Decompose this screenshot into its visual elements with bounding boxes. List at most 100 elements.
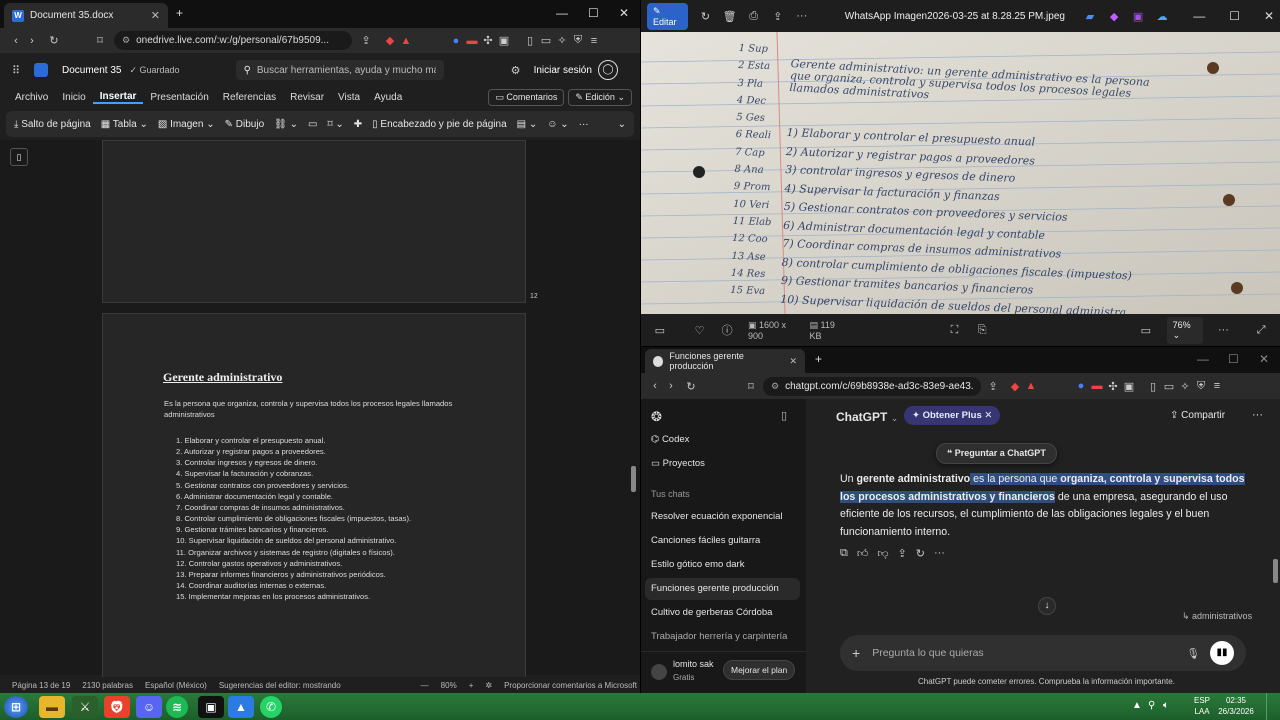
navigation-pane-icon[interactable]: ▯ [10,148,28,166]
language-status[interactable]: Español (México) [145,681,207,690]
location-icon[interactable]: ⚲ [1148,700,1155,711]
sidebar-toggle-icon[interactable]: ▯ [522,33,538,49]
close-tab-icon[interactable]: ✕ [789,356,797,367]
volume-icon[interactable]: 🔈︎ [1163,700,1169,711]
photos-app-icon[interactable]: ▲ [228,696,254,718]
sidebar-toggle-icon[interactable]: ▯ [1145,378,1161,394]
user-panel[interactable]: lomito sak Gratis Mejorar el plan [641,651,806,693]
back-icon[interactable]: ‹ [647,378,663,394]
upgrade-plan-button[interactable]: Mejorar el plan [723,660,796,680]
thumbs-up-icon[interactable]: 👍︎ [857,547,869,560]
clock[interactable]: 02:35 26/3/2026 [1216,695,1256,717]
url-field[interactable]: ⚙ chatgpt.com/c/69b8938e-ad3c-83e9-ae43.… [763,376,981,396]
close-sidebar-icon[interactable]: ▯ [781,409,787,422]
add-attachment-icon[interactable]: + [852,645,860,661]
extensions-puzzle-icon[interactable]: ✣ [1105,378,1121,394]
menu-icon[interactable]: ≡ [586,33,602,49]
edit-button[interactable]: ✎ Editar [647,2,689,30]
extension-red-icon[interactable]: ▬ [464,33,480,49]
tab-vista[interactable]: Vista [331,92,367,103]
thumbs-down-icon[interactable]: 👎︎ [877,547,888,560]
link-icon[interactable]: ⛓ ⌄ [274,119,298,130]
chat-history-item[interactable]: Estilo gótico emo dark [651,559,744,570]
show-desktop-button[interactable] [1266,693,1280,720]
drawing-button[interactable]: ✎ Dibujo [225,119,265,130]
bookmark-ribbon-icon[interactable]: ⌑ ⌄ [327,119,343,130]
browser-tab-word[interactable]: W Document 35.docx ✕ [4,3,168,28]
share-button[interactable]: ⇪ Compartir [1170,410,1225,421]
fit-screen-icon[interactable]: ⛶ [948,322,962,338]
chat-history-item[interactable]: Cultivo de gerberas Córdoba [651,607,772,618]
forward-icon[interactable]: › [663,378,679,394]
brave-rewards-icon[interactable]: ▲ [398,33,414,49]
document-name[interactable]: Document 35 [62,65,121,76]
ask-chatgpt-popup[interactable]: ❝ Preguntar a ChatGPT [936,443,1057,464]
feedback-link[interactable]: Proporcionar comentarios a Microsoft [504,681,637,690]
more-options-icon[interactable]: ··· [1252,409,1263,421]
word-count-status[interactable]: 2130 palabras [82,681,133,690]
settings-gear-icon[interactable]: ⚙ [508,62,524,78]
more-options-icon[interactable]: ··· [579,119,589,130]
aspect-icon[interactable]: ▭ [1139,322,1153,338]
app-icon-violet[interactable]: ▣ [1131,8,1145,24]
tab-insertar[interactable]: Insertar [92,91,144,104]
chat-history-item-active[interactable]: Funciones gerente producción [651,583,779,594]
leo-icon[interactable]: ✧ [1177,378,1193,394]
regenerate-icon[interactable]: ↻ [916,547,925,560]
file-explorer-icon[interactable]: ▬ [39,696,65,718]
account-avatar-icon[interactable]: ◯ [597,60,618,80]
reload-icon[interactable]: ↻ [683,378,699,394]
chat-history-item[interactable]: Trabajador herrería y carpintería [651,631,787,642]
app-launcher-icon[interactable]: ⠿ [8,62,24,78]
wallet-icon[interactable]: ▭ [1161,378,1177,394]
share-icon[interactable]: ⇪ [985,378,1001,394]
image-button[interactable]: ▨ Imagen ⌄ [158,119,215,130]
close-window-icon[interactable]: ✕ [1259,352,1269,366]
new-tab-icon[interactable]: + [176,6,183,20]
new-tab-icon[interactable]: + [815,352,822,366]
focus-icon[interactable]: ✲ [485,681,492,690]
share-icon[interactable]: ⇪ [358,33,374,49]
extension-icon[interactable]: ● [1073,378,1089,394]
close-window-icon[interactable]: ✕ [1264,9,1274,23]
leo-icon[interactable]: ✧ [554,33,570,49]
terminal-app-icon[interactable]: ▣ [198,696,224,718]
back-icon[interactable]: ‹ [8,33,24,49]
tab-presentacion[interactable]: Presentación [143,92,215,103]
more-icon[interactable]: ··· [795,8,809,24]
header-footer-button[interactable]: ▯ Encabezado y pie de página [372,119,507,130]
language-indicator[interactable]: ESP LAA [1194,695,1210,717]
whatsapp-icon[interactable]: ✆ [260,696,282,718]
app-icon-blue[interactable]: ▰ [1083,8,1097,24]
compare-icon[interactable]: ⎘ [975,322,989,338]
copy-icon[interactable]: ⧉ [840,547,848,560]
maximize-icon[interactable]: ☐ [1229,9,1240,23]
minimize-icon[interactable]: — [1193,9,1205,23]
comments-button[interactable]: ▭ Comentarios [488,88,565,106]
tab-revisar[interactable]: Revisar [283,92,331,103]
tab-inicio[interactable]: Inicio [55,92,92,103]
openai-logo-icon[interactable]: ❂ [651,409,662,425]
brave-rewards-icon[interactable]: ▲ [1023,378,1039,394]
close-tab-icon[interactable]: ✕ [151,9,160,22]
rotate-icon[interactable]: ↻ [698,8,712,24]
page-count-status[interactable]: Página 13 de 19 [12,681,70,690]
current-page[interactable]: Gerente administrativo Es la persona que… [102,313,526,683]
reply-context-chip[interactable]: ↳ administrativos [1182,611,1252,622]
url-field[interactable]: ⚙ onedrive.live.com/:w:/g/personal/67b95… [114,31,352,50]
search-box[interactable]: ⚲ Buscar herramientas, ayuda y mucho más… [235,60,444,80]
screenshot-icon[interactable]: ▣ [496,33,512,49]
microphone-icon[interactable]: 🎙︎ [1187,647,1200,660]
zoom-select[interactable]: 76% ⌄ [1166,316,1203,344]
app-icon-purple[interactable]: ◆ [1107,8,1121,24]
more-icon[interactable]: ··· [1217,322,1231,338]
browser-tab-chatgpt[interactable]: Funciones gerente producción ✕ [645,349,805,373]
favorite-heart-icon[interactable]: ♡ [693,322,707,338]
delete-icon[interactable]: 🗑 [723,8,737,24]
fullscreen-icon[interactable]: ⤢ [1254,322,1268,338]
vpn-icon[interactable]: ⛨ [1193,378,1209,394]
emoji-icon[interactable]: ☺ ⌄ [547,119,568,130]
wallet-icon[interactable]: ▭ [538,33,554,49]
extensions-puzzle-icon[interactable]: ✣ [480,33,496,49]
sidebar-item-projects[interactable]: ▭ Proyectos [651,458,705,469]
